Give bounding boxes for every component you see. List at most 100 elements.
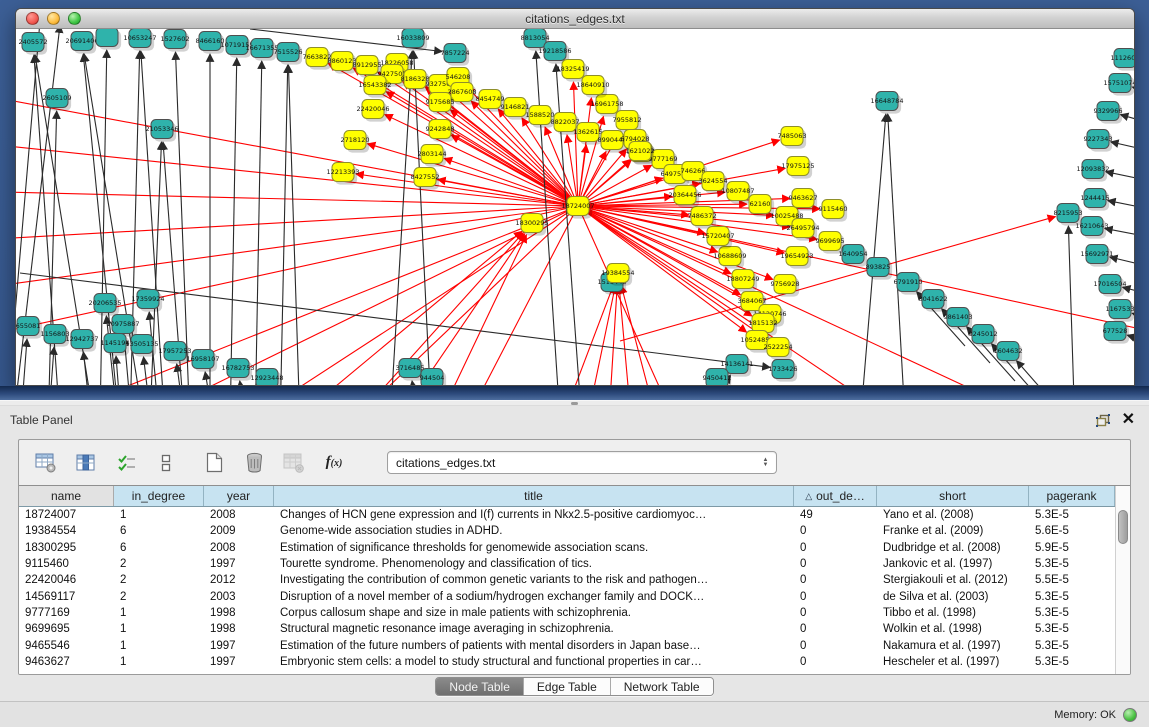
citation-edge-red[interactable] bbox=[578, 206, 680, 385]
graph-node-teal[interactable]: 9329966 bbox=[1094, 102, 1123, 124]
graph-node-teal[interactable]: 20691406 bbox=[65, 32, 98, 54]
table-row[interactable]: 969969511998Structural magnetic resonanc… bbox=[19, 621, 1115, 637]
citation-edge-black[interactable] bbox=[1106, 172, 1134, 183]
graph-node-teal[interactable]: 21053346 bbox=[145, 120, 178, 142]
graph-node-yellow[interactable]: 7485063 bbox=[778, 127, 807, 149]
table-row[interactable]: 1938455462009Genome-wide association stu… bbox=[19, 523, 1115, 539]
column-header-short[interactable]: short bbox=[877, 486, 1029, 506]
graph-node-teal[interactable]: 17359924 bbox=[131, 290, 164, 312]
citation-edge-black[interactable] bbox=[1120, 115, 1134, 126]
window-titlebar[interactable]: citations_edges.txt bbox=[16, 9, 1134, 29]
graph-node-yellow[interactable]: 7486372 bbox=[688, 207, 717, 229]
graph-node-teal[interactable]: 10653247 bbox=[123, 29, 156, 51]
citation-edge-black[interactable] bbox=[1108, 201, 1134, 211]
column-header-pagerank[interactable]: pagerank bbox=[1029, 486, 1115, 506]
table-row[interactable]: 911546021997Tourette syndrome. Phenomeno… bbox=[19, 556, 1115, 572]
column-header-out_degree[interactable]: △out_de… bbox=[794, 486, 877, 506]
graph-node-teal[interactable] bbox=[96, 29, 121, 50]
graph-node-teal[interactable]: 1604632 bbox=[994, 342, 1023, 364]
tab-node-table[interactable]: Node Table bbox=[436, 678, 524, 695]
show-selected-rows-icon[interactable] bbox=[113, 450, 139, 476]
function-builder-icon[interactable]: f(x) bbox=[321, 450, 347, 476]
graph-node-teal[interactable]: 17016504 bbox=[1093, 275, 1126, 297]
graph-node-teal[interactable]: 12093832 bbox=[1076, 160, 1109, 182]
citation-network-graph[interactable]: 2405572206914061065324715276028466160107… bbox=[16, 29, 1134, 385]
citation-edge-black[interactable] bbox=[1068, 226, 1075, 385]
close-panel-icon[interactable]: ✕ bbox=[1122, 413, 1135, 427]
table-row[interactable]: 977716911998Corpus callosum shape and si… bbox=[19, 605, 1115, 621]
table-row[interactable]: 946362711997Embryonic stem cells: a mode… bbox=[19, 654, 1115, 670]
column-header-title[interactable]: title bbox=[274, 486, 794, 506]
graph-node-teal[interactable]: 12942737 bbox=[65, 330, 98, 352]
citation-edge-black[interactable] bbox=[230, 58, 237, 385]
graph-node-teal[interactable]: 15692971 bbox=[1080, 245, 1113, 267]
graph-node-teal[interactable]: 15751074 bbox=[1103, 74, 1134, 96]
table-row[interactable]: 946554611997Estimation of the future num… bbox=[19, 637, 1115, 653]
citation-edge-black[interactable] bbox=[20, 339, 27, 385]
graph-node-yellow[interactable]: 9175685 bbox=[426, 93, 455, 115]
graph-node-teal[interactable]: 944504 bbox=[420, 369, 447, 386]
graph-node-teal[interactable]: 16648784 bbox=[870, 92, 903, 114]
citation-edge-black[interactable] bbox=[240, 381, 247, 385]
table-row[interactable]: 1456911722003Disruption of a novel membe… bbox=[19, 588, 1115, 604]
citation-edge-black[interactable] bbox=[280, 65, 288, 385]
graph-node-teal[interactable]: 2405572 bbox=[19, 33, 48, 55]
graph-node-yellow[interactable]: 9115460 bbox=[819, 200, 848, 222]
graph-node-yellow[interactable]: 9756928 bbox=[771, 275, 800, 297]
row-height-icon[interactable] bbox=[153, 450, 179, 476]
graph-node-teal[interactable]: 9450412 bbox=[703, 369, 732, 386]
graph-node-teal[interactable]: 1733426 bbox=[769, 360, 798, 382]
citation-edge-red[interactable] bbox=[460, 206, 578, 385]
citation-edge-black[interactable] bbox=[1111, 142, 1134, 153]
graph-node-teal[interactable]: 677528 bbox=[1103, 322, 1130, 344]
citation-edge-black[interactable] bbox=[888, 114, 905, 385]
graph-node-yellow[interactable]: 19654923 bbox=[780, 247, 813, 269]
graph-node-yellow[interactable]: 9242848 bbox=[426, 120, 455, 142]
delete-table-icon[interactable] bbox=[241, 450, 267, 476]
citation-edge-red[interactable] bbox=[16, 206, 578, 291]
citation-edge-red[interactable] bbox=[573, 82, 578, 206]
column-header-name[interactable]: name bbox=[19, 486, 114, 506]
graph-node-yellow[interactable]: 10688609 bbox=[713, 247, 746, 269]
select-columns-icon[interactable] bbox=[73, 450, 99, 476]
graph-node-teal[interactable]: 1156803 bbox=[41, 325, 70, 347]
graph-node-teal[interactable]: 1244415 bbox=[1081, 189, 1110, 211]
citation-edge-black[interactable] bbox=[144, 357, 152, 385]
graph-node-teal[interactable]: 1527602 bbox=[161, 30, 190, 52]
citation-edge-black[interactable] bbox=[1110, 257, 1134, 269]
graph-node-teal[interactable]: 7515526 bbox=[274, 43, 303, 65]
citation-edge-black[interactable] bbox=[288, 65, 300, 385]
graph-node-yellow[interactable]: 17975125 bbox=[781, 157, 814, 179]
citation-edge-black[interactable] bbox=[1105, 228, 1134, 239]
graph-node-yellow[interactable]: 22420046 bbox=[356, 100, 389, 122]
tab-edge-table[interactable]: Edge Table bbox=[524, 678, 611, 695]
graph-node-teal[interactable]: 1167533 bbox=[1106, 300, 1134, 322]
column-header-in_degree[interactable]: in_degree bbox=[114, 486, 204, 506]
citation-edge-red[interactable] bbox=[378, 72, 578, 206]
graph-node-yellow[interactable]: 8427552 bbox=[411, 168, 440, 190]
network-canvas[interactable]: 2405572206914061065324715276028466160107… bbox=[16, 29, 1134, 385]
table-selector-dropdown[interactable]: citations_edges.txt ▲▼ bbox=[387, 451, 777, 474]
table-vertical-scrollbar[interactable] bbox=[1115, 486, 1130, 674]
graph-node-yellow[interactable]: 2718120 bbox=[341, 131, 370, 153]
graph-node-yellow[interactable]: 15720407 bbox=[701, 227, 734, 249]
column-header-year[interactable]: year bbox=[204, 486, 274, 506]
table-settings-icon[interactable] bbox=[33, 450, 59, 476]
citation-edge-black[interactable] bbox=[255, 61, 262, 385]
citation-edge-red[interactable] bbox=[432, 235, 526, 385]
graph-node-teal[interactable]: 9227343 bbox=[1084, 130, 1113, 152]
scrollbar-thumb[interactable] bbox=[1118, 510, 1128, 544]
graph-node-teal[interactable]: 8041622 bbox=[919, 290, 948, 312]
tab-network-table[interactable]: Network Table bbox=[611, 678, 713, 695]
citation-edge-red[interactable] bbox=[585, 286, 615, 385]
table-row[interactable]: 1872400712008Changes of HCN gene express… bbox=[19, 507, 1115, 523]
graph-node-teal[interactable]: 1112606 bbox=[1111, 49, 1134, 71]
citation-edge-red[interactable] bbox=[451, 135, 578, 206]
graph-node-yellow[interactable]: 9699695 bbox=[816, 232, 845, 254]
graph-node-teal[interactable]: 7857224 bbox=[441, 44, 470, 66]
graph-node-teal[interactable]: 16033809 bbox=[396, 29, 429, 51]
citation-edge-black[interactable] bbox=[1123, 287, 1134, 297]
graph-node-teal[interactable]: 655081 bbox=[16, 317, 42, 339]
float-panel-icon[interactable] bbox=[1096, 414, 1110, 427]
graph-node-yellow[interactable]: 2522254 bbox=[764, 338, 793, 360]
